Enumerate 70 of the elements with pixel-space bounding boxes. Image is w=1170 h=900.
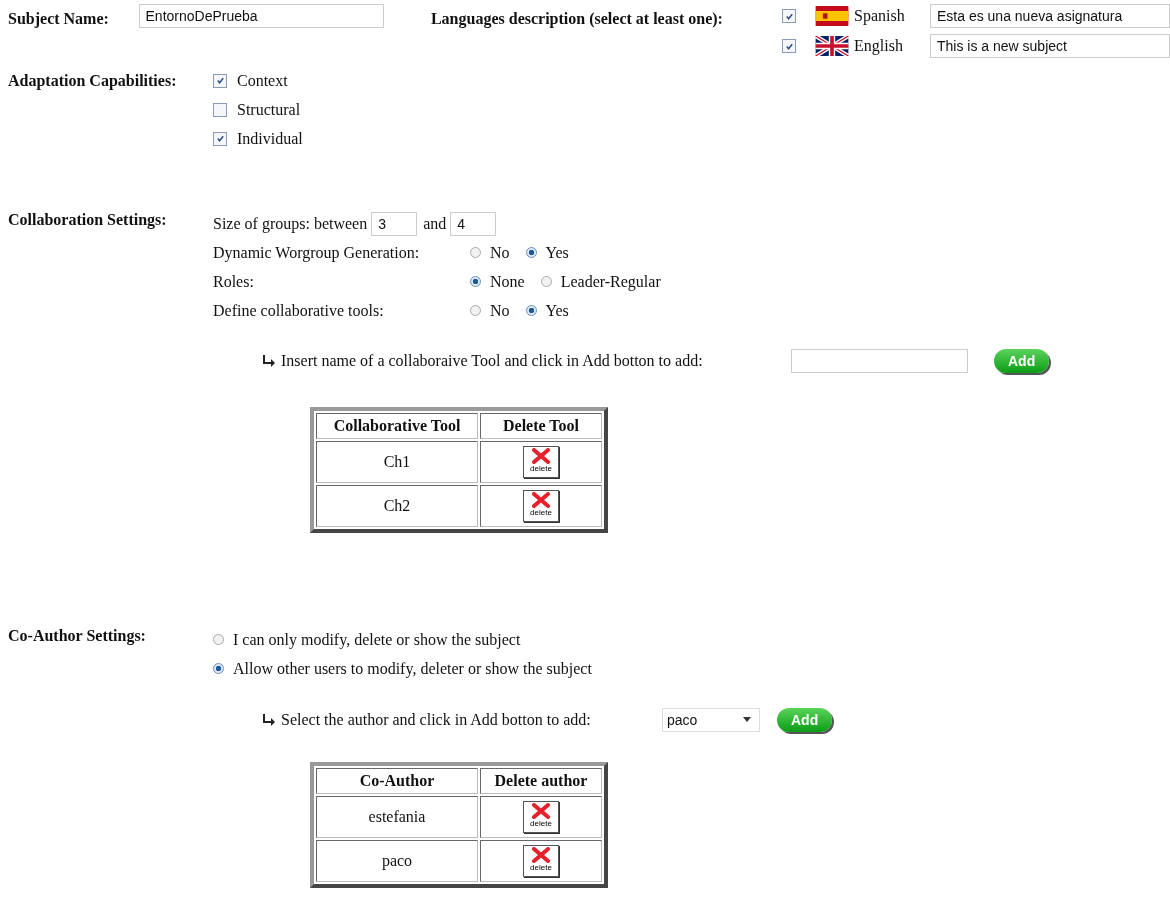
question-label: Define collaborative tools: — [213, 301, 385, 320]
check-icon — [215, 134, 225, 143]
radio-button[interactable] — [470, 247, 481, 258]
field-label: Size of groups: between — [213, 214, 368, 233]
column-header: Delete author — [480, 768, 602, 794]
option-label: Structural — [237, 100, 301, 119]
question-label: Dynamic Worgroup Generation: — [213, 243, 421, 262]
section-label: Co-Author Settings: — [8, 626, 147, 645]
checkbox[interactable] — [213, 131, 227, 146]
subject-name-field[interactable]: EntornoDePrueba — [138, 4, 384, 28]
option-label: Yes — [545, 243, 569, 262]
column-header: Delete Tool — [480, 413, 602, 439]
column-header: Co-Author — [316, 768, 478, 794]
option-label: Allow other users to modify, deleter or show the subject — [233, 659, 592, 678]
author-select[interactable]: paco — [662, 707, 760, 732]
option-label: Individual — [237, 129, 303, 148]
flag-icon — [814, 6, 850, 26]
radio-button[interactable] — [525, 305, 537, 316]
option-label: No — [490, 301, 510, 320]
column-header: Collaborative Tool — [316, 413, 478, 439]
max-size-field[interactable]: 4 — [450, 211, 497, 236]
tool-name-field[interactable] — [791, 348, 968, 373]
flag-icon — [814, 36, 850, 56]
instruction-text: Select the author and click in Add botton to add: — [281, 710, 592, 729]
cross-icon — [531, 448, 551, 464]
field-label: Subject Name: — [8, 9, 110, 28]
table-cell: estefania — [316, 796, 478, 838]
check-icon — [784, 41, 794, 51]
radio-button[interactable] — [470, 276, 481, 287]
question-label: Roles: — [213, 272, 255, 291]
option-label: None — [490, 272, 525, 291]
table-cell: Ch1 — [316, 441, 478, 483]
option-label: Yes — [545, 301, 569, 320]
option-label: Leader-Regular — [560, 272, 661, 291]
caret-icon — [743, 717, 751, 722]
option-label: Context — [237, 71, 288, 90]
field-label: and — [423, 214, 447, 233]
language-label: English — [854, 37, 904, 55]
radio-button[interactable] — [213, 634, 224, 645]
section-label: Collaboration Settings: — [8, 210, 168, 229]
arrow-icon — [262, 354, 276, 367]
table-cell: Ch2 — [316, 485, 478, 527]
language-label: Spanish — [854, 7, 906, 25]
checkbox[interactable] — [782, 39, 796, 53]
checkbox[interactable] — [782, 9, 796, 23]
option-label: I can only modify, delete or show the subject — [233, 630, 521, 649]
description-field[interactable]: Esta es una nueva asignatura — [930, 4, 1170, 28]
description-field[interactable]: This is a new subject — [930, 34, 1170, 58]
table-cell: paco — [316, 840, 478, 882]
option-label: No — [490, 243, 510, 262]
checkbox[interactable] — [213, 102, 227, 117]
radio-button[interactable] — [525, 247, 537, 258]
section-label: Adaptation Capabilities: — [8, 71, 178, 90]
check-icon — [784, 11, 794, 21]
instruction-text: Insert name of a collaboraive Tool and click in Add botton to add: — [281, 351, 704, 370]
field-label: Languages description (select at least one): — [430, 9, 724, 28]
cross-icon — [531, 803, 551, 819]
cross-icon — [531, 492, 551, 508]
min-size-field[interactable]: 3 — [371, 211, 418, 236]
delete-button[interactable]: delete — [523, 446, 559, 478]
delete-button[interactable]: delete — [523, 845, 559, 877]
check-icon — [215, 76, 225, 85]
delete-button[interactable]: delete — [523, 490, 559, 522]
radio-button[interactable] — [470, 305, 481, 316]
radio-button[interactable] — [540, 276, 552, 287]
delete-button[interactable]: delete — [523, 801, 559, 833]
cross-icon — [531, 847, 551, 863]
radio-button[interactable] — [213, 663, 224, 674]
arrow-icon — [262, 713, 276, 726]
checkbox[interactable] — [213, 73, 227, 88]
